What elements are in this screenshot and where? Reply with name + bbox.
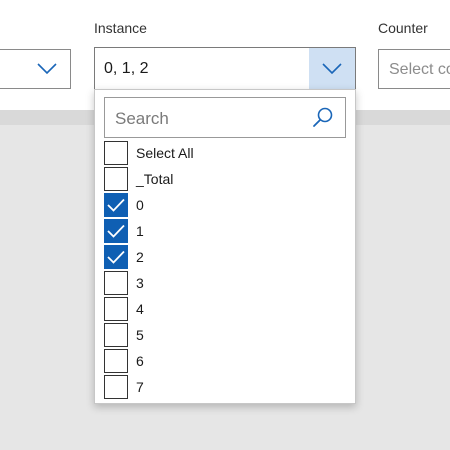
- checkbox[interactable]: [104, 323, 128, 347]
- option-total[interactable]: _Total: [104, 167, 344, 191]
- counter-placeholder: Select co: [389, 61, 450, 78]
- checkmark-icon: [107, 250, 125, 264]
- checkbox[interactable]: [104, 271, 128, 295]
- option-label: 1: [136, 223, 144, 239]
- search-placeholder: Search: [115, 109, 169, 128]
- option-label: 0: [136, 197, 144, 213]
- option-label: 2: [136, 249, 144, 265]
- option-label: 4: [136, 301, 144, 317]
- option-4[interactable]: 4: [104, 297, 344, 321]
- checkbox[interactable]: [104, 349, 128, 373]
- checkmark-icon: [107, 224, 125, 238]
- counter-dropdown[interactable]: Select co: [378, 49, 450, 89]
- instance-dropdown-list: Search Select All _Total 0 1 2 3 4 5 6 7: [94, 89, 356, 404]
- option-label: 5: [136, 327, 144, 343]
- instance-dropdown[interactable]: 0, 1, 2: [94, 47, 356, 90]
- option-label: 3: [136, 275, 144, 291]
- chevron-down-icon[interactable]: [309, 48, 355, 89]
- option-label: Select All: [136, 145, 194, 161]
- option-5[interactable]: 5: [104, 323, 344, 347]
- option-label: 6: [136, 353, 144, 369]
- checkbox[interactable]: [104, 219, 128, 243]
- checkbox[interactable]: [104, 375, 128, 399]
- search-icon: [313, 107, 333, 127]
- checkbox[interactable]: [104, 141, 128, 165]
- option-label: _Total: [136, 171, 174, 187]
- option-7[interactable]: 7: [104, 375, 344, 399]
- option-6[interactable]: 6: [104, 349, 344, 373]
- checkbox[interactable]: [104, 193, 128, 217]
- option-0[interactable]: 0: [104, 193, 344, 217]
- checkbox[interactable]: [104, 167, 128, 191]
- option-3[interactable]: 3: [104, 271, 344, 295]
- option-1[interactable]: 1: [104, 219, 344, 243]
- option-2[interactable]: 2: [104, 245, 344, 269]
- instance-label: Instance: [94, 20, 147, 36]
- option-select-all[interactable]: Select All: [104, 141, 344, 165]
- left-filter-dropdown[interactable]: [0, 49, 71, 89]
- chevron-down-icon[interactable]: [24, 50, 70, 88]
- option-label: 7: [136, 379, 144, 395]
- checkmark-icon: [107, 198, 125, 212]
- instance-selected-value: 0, 1, 2: [104, 60, 149, 77]
- checkbox[interactable]: [104, 297, 128, 321]
- counter-label: Counter: [378, 20, 428, 36]
- search-input[interactable]: Search: [104, 97, 346, 138]
- checkbox[interactable]: [104, 245, 128, 269]
